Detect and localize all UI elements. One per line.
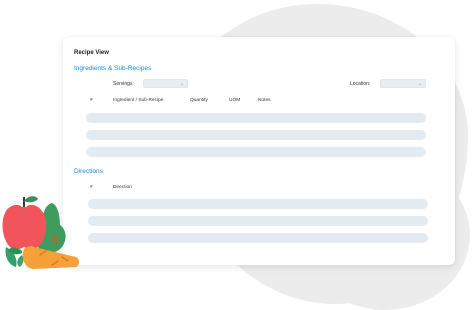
col-notes: Notes <box>258 98 271 103</box>
table-row <box>86 147 426 157</box>
col-uom: UOM <box>229 98 241 103</box>
chevron-down-icon: ⌄ <box>417 81 422 87</box>
vegetable-illustration <box>2 196 80 269</box>
col-quantity: Quantity <box>190 98 208 103</box>
col-number: # <box>90 98 93 103</box>
list-item <box>88 216 428 226</box>
col-direction-number: # <box>90 185 93 190</box>
table-row <box>86 113 426 123</box>
directions-heading: Directions <box>74 168 103 175</box>
chevron-down-icon: ⌄ <box>179 81 184 87</box>
list-item <box>88 199 428 209</box>
col-direction: Direction <box>113 185 132 190</box>
servings-select[interactable]: ⌄ <box>143 79 188 88</box>
recipe-view-card: Recipe View Ingredients & Sub-Recipes Se… <box>63 37 455 265</box>
page-title: Recipe View <box>74 50 109 56</box>
location-select[interactable]: ⌄ <box>380 79 426 88</box>
apple-icon <box>2 196 47 250</box>
table-row <box>86 130 426 140</box>
ingredients-heading: Ingredients & Sub-Recipes <box>74 65 152 72</box>
col-ingredient: Ingredient / Sub-Recipe <box>113 98 164 103</box>
location-label: Location: <box>350 81 371 87</box>
servings-label: Servings: <box>113 81 134 87</box>
list-item <box>88 233 428 243</box>
carrot-icon <box>8 246 80 269</box>
